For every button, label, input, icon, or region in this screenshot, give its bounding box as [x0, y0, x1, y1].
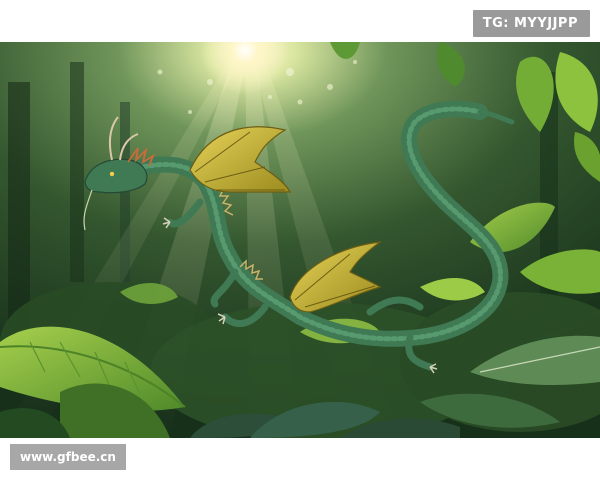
watermark-site: www.gfbee.cn [10, 444, 126, 470]
watermark-tag: TG: MYYJJPP [472, 10, 590, 37]
dragon-photo [0, 42, 600, 438]
